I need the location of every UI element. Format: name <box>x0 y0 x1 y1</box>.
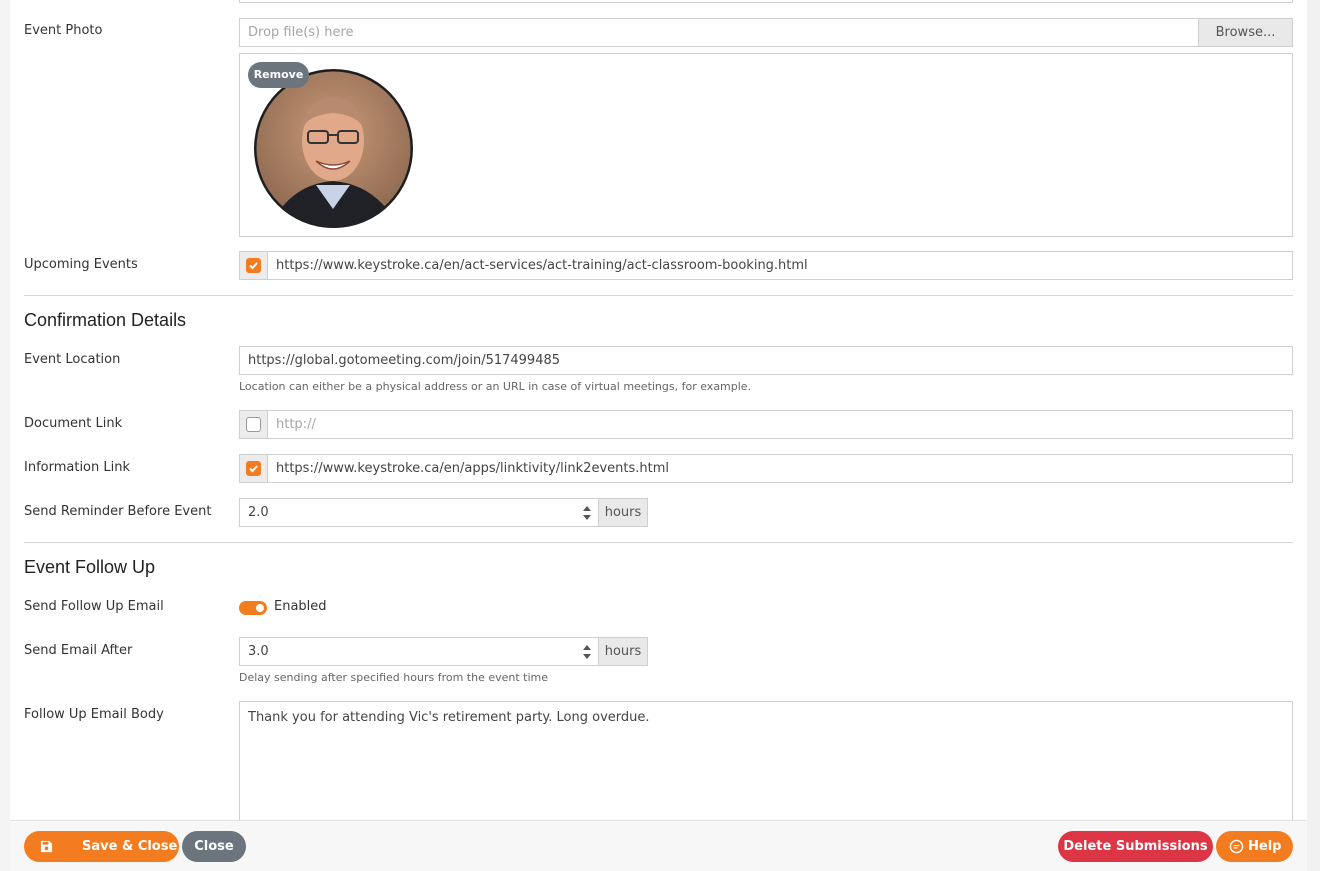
save-icon <box>40 840 53 853</box>
event-photo-label: Event Photo <box>24 23 103 38</box>
send-follow-up-label: Send Follow Up Email <box>24 599 164 614</box>
send-after-hours-input[interactable]: 3.0 <box>239 637 599 666</box>
delete-submissions-button[interactable]: Delete Submissions <box>1058 831 1213 862</box>
follow-up-body-label: Follow Up Email Body <box>24 707 164 722</box>
information-link-checkbox[interactable] <box>246 461 261 476</box>
event-location-label: Event Location <box>24 352 121 367</box>
form-panel: Event Photo Drop file(s) here Browse... <box>10 0 1307 820</box>
toggle-knob <box>256 604 264 612</box>
upcoming-events-url-input[interactable]: https://www.keystroke.ca/en/act-services… <box>267 251 1293 280</box>
confirmation-details-heading: Confirmation Details <box>24 310 187 330</box>
dropzone-placeholder: Drop file(s) here <box>248 25 354 40</box>
checkmark-icon <box>249 262 258 270</box>
information-link-input[interactable]: https://www.keystroke.ca/en/apps/linktiv… <box>267 454 1293 483</box>
remove-photo-button[interactable]: Remove <box>248 62 309 88</box>
information-link-checkbox-addon <box>239 454 268 483</box>
document-link-checkbox[interactable] <box>246 417 261 432</box>
scrollbar-track[interactable] <box>1307 0 1320 871</box>
document-link-input[interactable]: http:// <box>267 410 1293 439</box>
follow-up-body-text: Thank you for attending Vic's retirement… <box>248 710 650 725</box>
checkmark-icon <box>249 465 258 473</box>
footer-toolbar: Save & Close Close Delete Submissions He… <box>10 820 1307 871</box>
send-after-unit-addon: hours <box>598 637 648 666</box>
previous-field-bottom <box>239 0 1293 3</box>
section-divider <box>24 542 1293 543</box>
browse-button[interactable]: Browse... <box>1198 18 1293 47</box>
send-after-help: Delay sending after specified hours from… <box>239 671 549 684</box>
send-email-after-label: Send Email After <box>24 643 133 658</box>
send-after-hours-value: 3.0 <box>248 644 269 659</box>
upcoming-events-checkbox-addon <box>239 251 268 280</box>
event-follow-up-heading: Event Follow Up <box>24 557 156 577</box>
spinner-arrows-icon[interactable] <box>582 642 592 662</box>
send-reminder-label: Send Reminder Before Event <box>24 504 212 519</box>
help-chat-icon <box>1229 839 1244 854</box>
event-location-input[interactable]: https://global.gotomeeting.com/join/5174… <box>239 346 1293 375</box>
photo-preview-area: Remove <box>239 53 1293 237</box>
portrait-image <box>256 71 411 228</box>
help-label: Help <box>1248 839 1282 854</box>
document-link-label: Document Link <box>24 416 123 431</box>
upcoming-events-checkbox[interactable] <box>246 258 261 273</box>
follow-up-toggle[interactable] <box>239 601 267 615</box>
document-link-placeholder: http:// <box>276 417 316 432</box>
document-link-checkbox-addon <box>239 410 268 439</box>
information-link-label: Information Link <box>24 460 131 475</box>
reminder-hours-input[interactable]: 2.0 <box>239 498 599 527</box>
follow-up-status: Enabled <box>274 599 327 614</box>
reminder-hours-value: 2.0 <box>248 505 269 520</box>
follow-up-body-textarea[interactable]: Thank you for attending Vic's retirement… <box>239 701 1293 820</box>
event-location-help: Location can either be a physical addres… <box>239 380 752 393</box>
upcoming-events-label: Upcoming Events <box>24 257 138 272</box>
close-button[interactable]: Close <box>182 831 246 862</box>
save-close-button[interactable]: Save & Close <box>24 831 179 862</box>
photo-thumbnail <box>254 69 413 228</box>
spinner-arrows-icon[interactable] <box>582 503 592 523</box>
save-close-label: Save & Close <box>82 839 178 854</box>
section-divider <box>24 295 1293 296</box>
reminder-unit-addon: hours <box>598 498 648 527</box>
photo-dropzone-input[interactable]: Drop file(s) here <box>239 18 1199 47</box>
help-button[interactable]: Help <box>1216 831 1293 862</box>
